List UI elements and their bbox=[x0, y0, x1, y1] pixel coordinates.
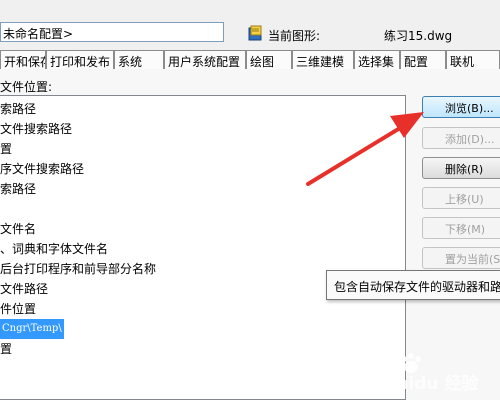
tab-plot-publish[interactable]: 打印和发布 bbox=[46, 50, 114, 69]
tree-item[interactable]: 后台打印程序和前导部分名称 bbox=[0, 259, 156, 279]
options-tab-strip: 开和保存 打印和发布 系统 用户系统配置 绘图 三维建模 选择集 配置 联机 bbox=[0, 48, 500, 69]
tree-item[interactable]: 、词典和字体文件名 bbox=[0, 239, 108, 259]
baidu-watermark-icon: Baidu 经验 bbox=[384, 353, 479, 394]
tree-item[interactable]: 文件搜索路径 bbox=[0, 119, 72, 139]
file-locations-tree[interactable]: 索路径 文件搜索路径 置 序文件搜索路径 索路径 文件名 、词典和字体文件名 后… bbox=[0, 95, 406, 400]
add-button[interactable]: 添加(D)... bbox=[422, 127, 500, 149]
set-current-button[interactable]: 置为当前(S) bbox=[422, 247, 500, 269]
tab-system[interactable]: 系统 bbox=[114, 50, 164, 69]
tree-item[interactable]: 序文件搜索路径 bbox=[0, 159, 84, 179]
drawing-file-icon bbox=[248, 25, 264, 41]
browse-button[interactable]: 浏览(B)... bbox=[422, 96, 500, 118]
profile-name-value: 未命名配置> bbox=[3, 27, 74, 41]
tree-item[interactable]: 索路径 bbox=[0, 179, 36, 199]
tab-open-save[interactable]: 开和保存 bbox=[0, 50, 46, 69]
search-paths-heading: 文件位置: bbox=[0, 80, 53, 94]
tab-3d-modeling[interactable]: 三维建模 bbox=[292, 50, 354, 69]
profile-bar: 未命名配置> 当前图形: 练习15.dwg bbox=[0, 0, 500, 48]
remove-button[interactable]: 删除(R) bbox=[422, 157, 500, 179]
tree-item-selected[interactable]: Cngr\Temp\ bbox=[0, 319, 64, 339]
tab-profiles[interactable]: 配置 bbox=[400, 50, 446, 69]
move-down-button[interactable]: 下移(M) bbox=[422, 217, 500, 239]
tree-item[interactable]: 索路径 bbox=[0, 99, 36, 119]
current-drawing-value: 练习15.dwg bbox=[384, 29, 453, 43]
tree-item[interactable]: 文件路径 bbox=[0, 279, 48, 299]
tab-user-preferences[interactable]: 用户系统配置 bbox=[164, 50, 246, 69]
tree-item[interactable]: 置 bbox=[0, 139, 12, 159]
current-drawing-label: 当前图形: bbox=[268, 29, 321, 43]
profile-name-field[interactable]: 未命名配置> bbox=[0, 22, 224, 42]
watermark-text: Baidu 经验 bbox=[384, 373, 479, 394]
tree-item[interactable]: 文件名 bbox=[0, 219, 36, 239]
tree-item[interactable]: 件位置 bbox=[0, 299, 36, 319]
tooltip: 包含自动保存文件的驱动器和路 bbox=[326, 270, 500, 300]
tree-item[interactable]: 置 bbox=[0, 339, 12, 359]
tab-online[interactable]: 联机 bbox=[446, 50, 500, 69]
tab-selection[interactable]: 选择集 bbox=[354, 50, 400, 69]
move-up-button[interactable]: 上移(U) bbox=[422, 187, 500, 209]
tab-drafting[interactable]: 绘图 bbox=[246, 50, 292, 69]
